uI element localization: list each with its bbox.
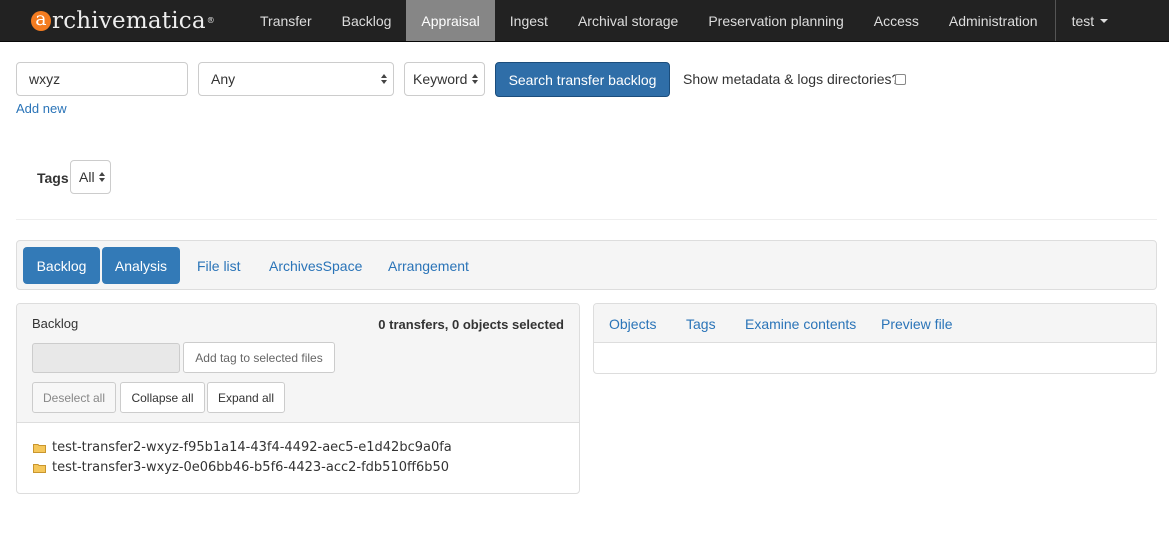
tab-file-list[interactable]: File list (197, 247, 241, 284)
tab-archivesspace[interactable]: ArchivesSpace (269, 247, 362, 284)
add-tag-button[interactable]: Add tag to selected files (183, 342, 335, 373)
tags-select-value: All (79, 169, 95, 185)
nav-archival-storage[interactable]: Archival storage (563, 0, 693, 41)
list-item[interactable]: test-transfer3-wxyz-0e06bb46-b5f6-4423-a… (33, 460, 449, 475)
collapse-all-button[interactable]: Collapse all (120, 382, 205, 413)
nav-administration[interactable]: Administration (934, 0, 1053, 41)
search-query-input[interactable]: wxyz (16, 62, 188, 96)
nav-preservation-planning[interactable]: Preservation planning (693, 0, 858, 41)
folder-icon (33, 463, 46, 473)
top-navbar: a rchivematica ® Transfer Backlog Appraisa… (0, 0, 1169, 42)
show-metadata-label: Show metadata & logs directories? (683, 71, 900, 87)
tab-analysis[interactable]: Analysis (102, 247, 180, 284)
nav-appraisal[interactable]: Appraisal (406, 0, 495, 41)
tags-label: Tags (37, 170, 69, 186)
section-divider (16, 219, 1157, 220)
selection-summary: 0 transfers, 0 objects selected (378, 317, 564, 332)
tag-input[interactable] (32, 343, 180, 373)
tab-arrangement[interactable]: Arrangement (388, 247, 469, 284)
analysis-panel-header: Objects Tags Examine contents Preview fi… (594, 304, 1156, 343)
nav-access[interactable]: Access (859, 0, 934, 41)
user-menu[interactable]: test (1057, 0, 1124, 41)
select-arrows-icon (381, 74, 387, 84)
deselect-all-button[interactable]: Deselect all (32, 382, 116, 413)
chevron-down-icon (1100, 18, 1109, 23)
select-arrows-icon (99, 172, 105, 182)
search-field-value: Any (211, 71, 236, 87)
tab-tags[interactable]: Tags (686, 304, 716, 343)
backlog-panel: Backlog 0 transfers, 0 objects selected … (16, 303, 580, 494)
user-name: test (1071, 12, 1095, 29)
backlog-panel-title: Backlog (32, 316, 79, 331)
folder-icon (33, 443, 46, 453)
search-type-value: Keyword (413, 71, 468, 87)
tab-backlog[interactable]: Backlog (23, 247, 100, 284)
tab-examine-contents[interactable]: Examine contents (745, 304, 856, 343)
search-type-select[interactable]: Keyword (404, 62, 485, 96)
nav-backlog[interactable]: Backlog (327, 0, 407, 41)
tab-objects[interactable]: Objects (609, 304, 656, 343)
search-field-select[interactable]: Any (198, 62, 394, 96)
expand-all-button[interactable]: Expand all (207, 382, 285, 413)
select-arrows-icon (472, 74, 478, 84)
transfer-name: test-transfer2-wxyz-f95b1a14-43f4-4492-a… (52, 440, 452, 455)
nav-ingest[interactable]: Ingest (495, 0, 563, 41)
search-transfer-backlog-button[interactable]: Search transfer backlog (495, 62, 670, 97)
show-metadata-checkbox[interactable] (895, 74, 906, 85)
transfer-name: test-transfer3-wxyz-0e06bb46-b5f6-4423-a… (52, 460, 450, 475)
list-item[interactable]: test-transfer2-wxyz-f95b1a14-43f4-4492-a… (33, 440, 452, 455)
add-new-link[interactable]: Add new (16, 101, 67, 116)
nav-transfer[interactable]: Transfer (245, 0, 327, 41)
analysis-panel: Objects Tags Examine contents Preview fi… (593, 303, 1157, 374)
logo-text: rchivematica (52, 7, 206, 34)
logo-initial: a (31, 9, 51, 31)
appraisal-tabs: Backlog Analysis File list ArchivesSpace… (16, 240, 1157, 290)
archivematica-logo[interactable]: a rchivematica ® (0, 0, 245, 41)
tab-preview-file[interactable]: Preview file (881, 304, 953, 343)
logo-registered-mark: ® (206, 16, 215, 25)
tags-select[interactable]: All (70, 160, 111, 194)
search-query-value: wxyz (29, 71, 61, 87)
backlog-panel-header: Backlog 0 transfers, 0 objects selected … (17, 304, 579, 423)
nav-divider (1054, 0, 1056, 41)
